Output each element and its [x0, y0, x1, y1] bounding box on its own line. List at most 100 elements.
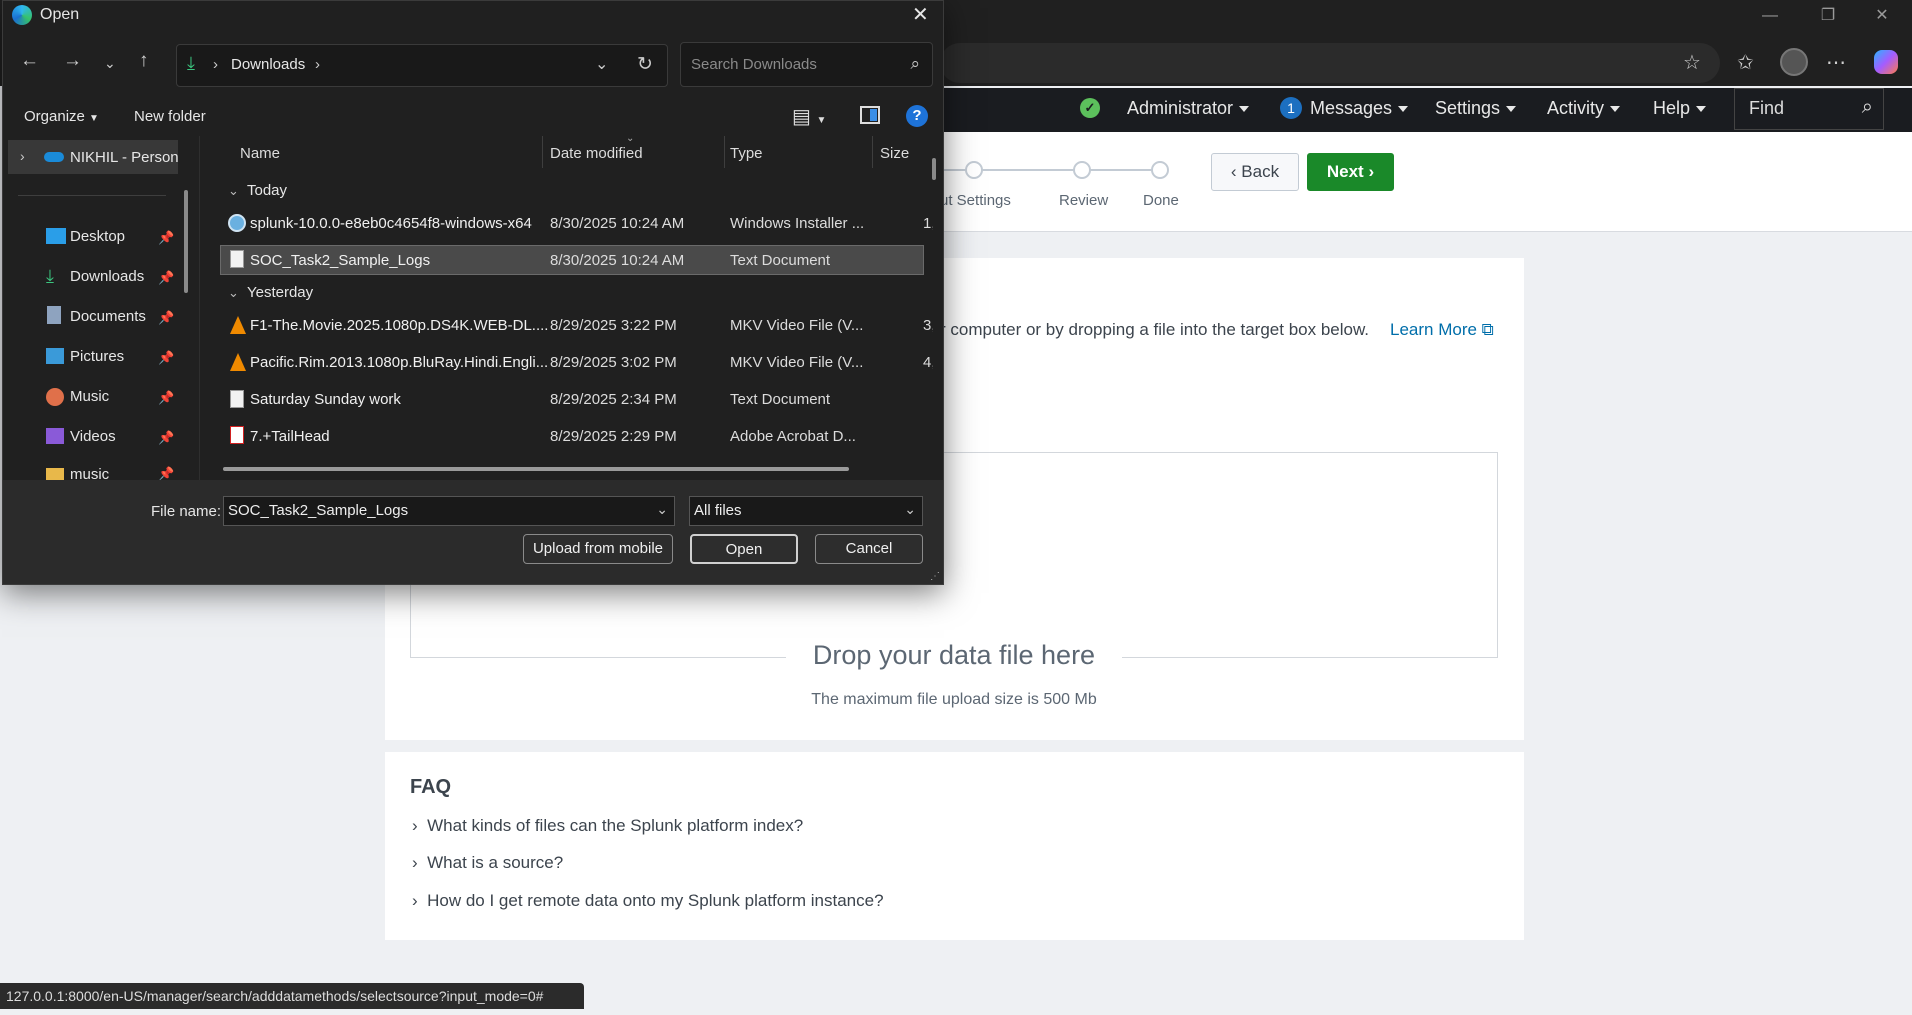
file-type-filter-select[interactable]: All files ⌄	[689, 496, 923, 526]
pin-icon[interactable]: 📌	[158, 350, 174, 366]
pin-icon[interactable]: 📌	[158, 466, 174, 480]
back-button[interactable]: ‹ Back	[1211, 153, 1299, 191]
restore-button[interactable]: ❐	[1808, 4, 1848, 28]
faq-panel	[385, 752, 1524, 940]
menu-settings[interactable]: Settings	[1435, 98, 1517, 119]
file-row-size: 3,451,	[923, 317, 933, 334]
column-divider	[542, 136, 543, 168]
chevron-down-icon[interactable]: ⌄	[656, 501, 668, 518]
next-button[interactable]: Next ›	[1307, 153, 1394, 191]
cancel-button[interactable]: Cancel	[815, 534, 923, 564]
preview-pane-icon[interactable]	[860, 106, 880, 124]
up-arrow-icon[interactable]: ↑	[139, 50, 149, 72]
browser-close-button[interactable]: ✕	[1862, 4, 1902, 28]
chevron-down-icon[interactable]: ⌄	[904, 501, 916, 518]
sort-chevron-icon: ⌄	[626, 133, 635, 144]
file-row-name[interactable]: F1-The.Movie.2025.1080p.DS4K.WEB-DL....	[250, 317, 548, 334]
address-bar[interactable]	[940, 43, 1720, 83]
menu-activity[interactable]: Activity	[1547, 98, 1621, 119]
videos-icon	[46, 428, 64, 444]
faq-item[interactable]: › How do I get remote data onto my Splun…	[412, 891, 884, 911]
open-button[interactable]: Open	[690, 534, 798, 564]
nav-scrollbar[interactable]	[184, 190, 188, 293]
more-options-icon[interactable]: ⋯	[1826, 50, 1846, 75]
upload-from-mobile-button[interactable]: Upload from mobile	[523, 534, 673, 564]
search-icon[interactable]: ⌕	[1862, 96, 1873, 119]
intro-text: r computer or by dropping a file into th…	[940, 320, 1370, 339]
favorite-star-icon[interactable]: ☆	[1683, 50, 1701, 75]
chevron-right-icon: ›	[412, 816, 418, 835]
pin-icon[interactable]: 📌	[158, 230, 174, 246]
file-row-type: Text Document	[730, 391, 831, 408]
horizontal-scrollbar[interactable]	[223, 467, 849, 471]
faq-item[interactable]: › What is a source?	[412, 853, 563, 873]
new-folder-button[interactable]: New folder	[134, 108, 206, 125]
nav-desktop[interactable]: Desktop	[70, 228, 125, 245]
group-yesterday[interactable]: ⌄ Yesterday	[228, 284, 313, 301]
health-ok-icon[interactable]: ✓	[1080, 98, 1100, 118]
breadcrumb-downloads[interactable]: Downloads	[231, 56, 305, 73]
column-header-type[interactable]: Type	[730, 145, 763, 162]
forward-arrow-icon[interactable]: →	[63, 50, 82, 72]
column-header-size[interactable]: Size	[880, 145, 909, 162]
file-name-input[interactable]: SOC_Task2_Sample_Logs ⌄	[223, 496, 675, 526]
step-dot-done	[1151, 161, 1169, 179]
favorites-icon[interactable]: ✩	[1737, 50, 1754, 75]
file-row-name[interactable]: 7.+TailHead	[250, 428, 330, 445]
drop-subtitle: The maximum file upload size is 500 Mb	[811, 691, 1097, 708]
faq-item[interactable]: › What kinds of files can the Splunk pla…	[412, 816, 803, 836]
search-icon: ⌕	[910, 54, 920, 73]
download-icon: ⤓	[187, 53, 195, 73]
file-row-date: 8/30/2025 10:24 AM	[550, 252, 685, 269]
nav-divider	[18, 195, 166, 196]
help-icon[interactable]: ?	[906, 105, 928, 127]
minimize-button[interactable]: —	[1750, 4, 1790, 28]
pin-icon[interactable]: 📌	[158, 310, 174, 326]
column-header-date[interactable]: Date modified	[550, 145, 643, 162]
path-bar[interactable]: ⤓ › Downloads › ⌄ ↻	[176, 44, 668, 87]
search-downloads-input[interactable]: Search Downloads ⌕	[680, 42, 933, 87]
file-row-date: 8/30/2025 10:24 AM	[550, 215, 685, 232]
file-row-date: 8/29/2025 2:34 PM	[550, 391, 677, 408]
file-row-name[interactable]: Pacific.Rim.2013.1080p.BluRay.Hindi.Engl…	[250, 354, 548, 371]
file-row-name[interactable]: splunk-10.0.0-e8eb0c4654f8-windows-x64	[250, 215, 532, 232]
file-name-label: File name:	[151, 503, 222, 520]
organize-menu[interactable]: Organize ▼	[24, 108, 99, 125]
recent-locations-chevron-icon[interactable]: ⌄	[104, 55, 116, 72]
back-arrow-icon[interactable]: ←	[20, 50, 39, 72]
file-list-scrollbar[interactable]	[932, 158, 936, 180]
copilot-icon[interactable]	[1874, 50, 1898, 74]
nav-pictures[interactable]: Pictures	[70, 348, 124, 365]
column-header-name[interactable]: Name	[240, 145, 280, 162]
step-dot-input-settings	[965, 161, 983, 179]
breadcrumb-separator: ›	[213, 56, 218, 73]
nav-downloads[interactable]: Downloads	[70, 268, 144, 285]
onedrive-label: NIKHIL - Persona	[70, 149, 178, 166]
expand-chevron-icon[interactable]: ›	[20, 148, 25, 164]
nav-documents[interactable]: Documents	[70, 308, 146, 325]
view-options-icon[interactable]: ▤ ▼	[792, 104, 826, 129]
dialog-title: Open	[40, 6, 80, 23]
profile-avatar[interactable]	[1780, 48, 1808, 76]
menu-help[interactable]: Help	[1653, 98, 1707, 119]
file-row-name[interactable]: Saturday Sunday work	[250, 391, 401, 408]
resize-grip-icon[interactable]: ⋰	[930, 571, 940, 582]
breadcrumb-separator: ›	[315, 56, 320, 73]
step-label-done: Done	[1143, 192, 1179, 209]
menu-administrator[interactable]: Administrator	[1127, 98, 1250, 119]
dialog-close-icon[interactable]: ✕	[912, 2, 929, 27]
pin-icon[interactable]: 📌	[158, 390, 174, 406]
find-input[interactable]: Find ⌕	[1734, 88, 1884, 130]
learn-more-link[interactable]: Learn More ⧉	[1390, 320, 1494, 340]
pin-icon[interactable]: 📌	[158, 430, 174, 446]
path-dropdown-chevron-icon[interactable]: ⌄	[595, 54, 608, 74]
nav-videos[interactable]: Videos	[70, 428, 116, 445]
file-row-name[interactable]: SOC_Task2_Sample_Logs	[250, 252, 430, 269]
nav-music[interactable]: Music	[70, 388, 109, 405]
group-today[interactable]: ⌄ Today	[228, 182, 287, 199]
menu-messages[interactable]: Messages	[1310, 98, 1409, 119]
nav-music-folder[interactable]: music	[70, 466, 109, 480]
pin-icon[interactable]: 📌	[158, 270, 174, 286]
file-row-type: Text Document	[730, 252, 831, 269]
refresh-icon[interactable]: ↻	[637, 53, 653, 76]
